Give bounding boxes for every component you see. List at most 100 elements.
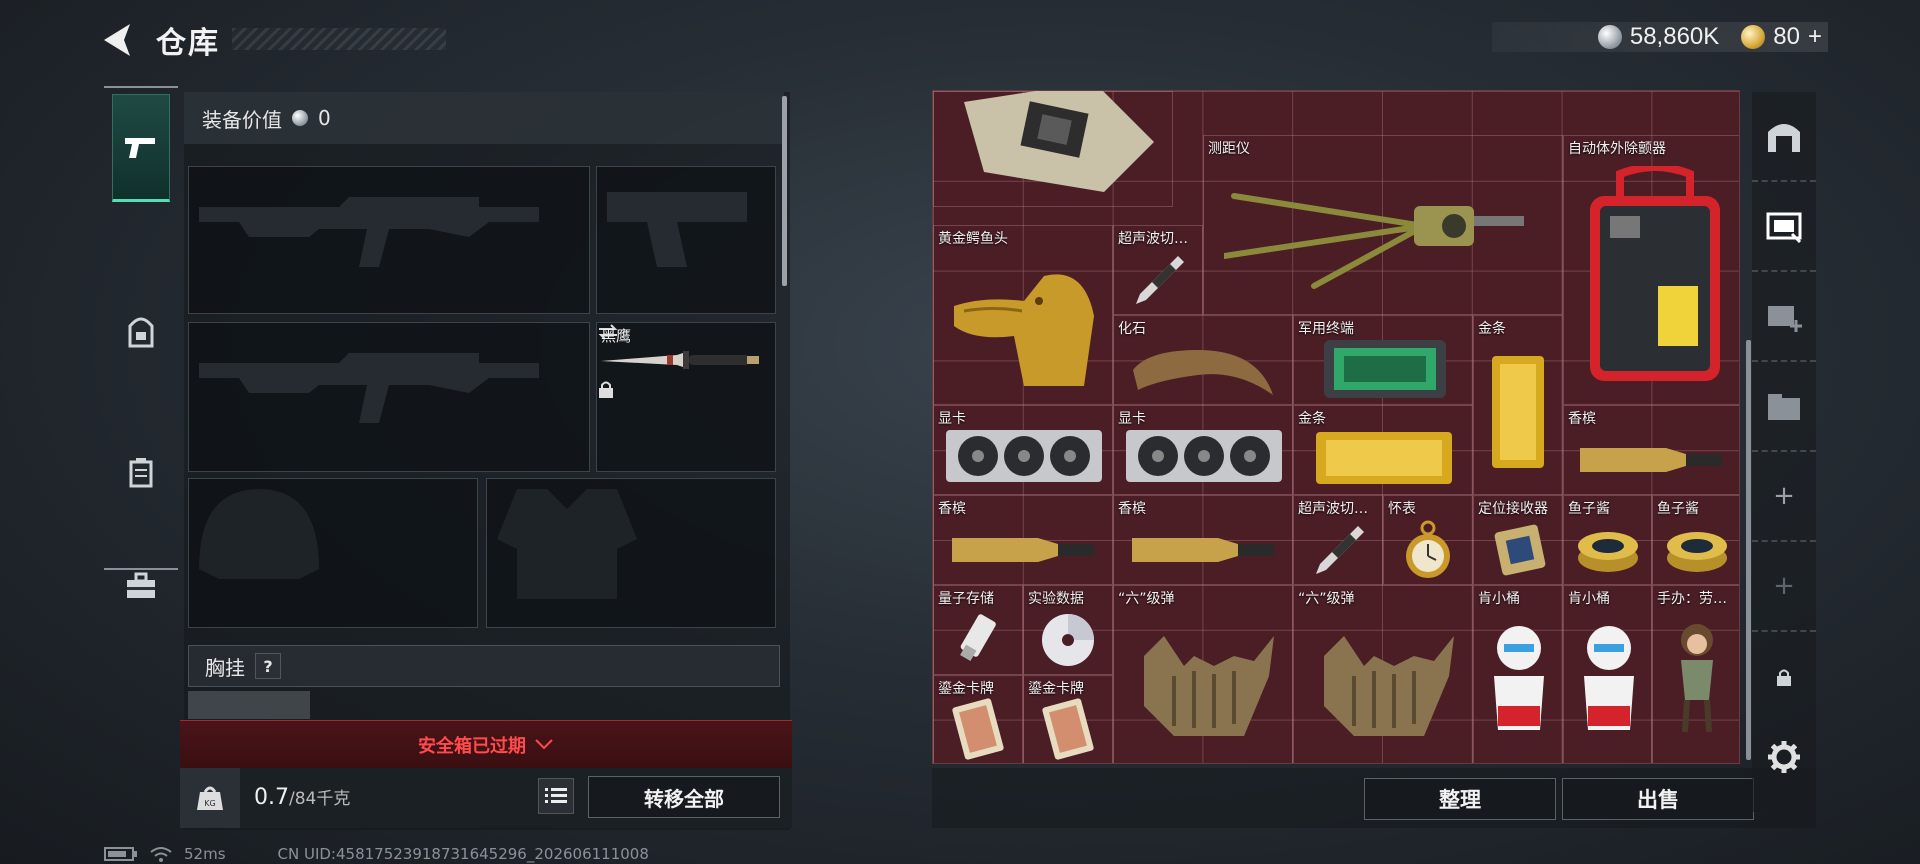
nav-weapons-tab[interactable] [112, 94, 170, 202]
stash-item-champagne[interactable]: 香槟 [933, 495, 1113, 585]
warehouse-icon [1768, 124, 1800, 152]
equipment-value-row: 装备价值 0 [184, 92, 784, 144]
list-view-button[interactable] [538, 778, 574, 814]
item-name: 香槟 [938, 501, 966, 517]
item-name: 手办：劳… [1657, 591, 1727, 607]
stash-item-experiment-data[interactable]: 实验数据 [1023, 585, 1113, 675]
sort-button[interactable]: 整理 [1364, 778, 1556, 820]
title-decoration [232, 28, 446, 50]
gilded-card-icon [952, 698, 1004, 760]
item-name: 鎏金卡牌 [938, 681, 994, 697]
stash-tab-main[interactable] [1752, 92, 1816, 182]
item-name: 超声波切… [1298, 501, 1368, 517]
item-name: 鱼子酱 [1657, 501, 1699, 517]
svg-text:KG: KG [204, 799, 215, 808]
stash-item-figure-bucket[interactable]: 肯小桶 [1563, 585, 1652, 763]
stash-tab-locked[interactable] [1752, 632, 1816, 722]
weight-readout: 0.7/84千克 [254, 784, 350, 810]
sidearm-slot[interactable] [596, 166, 776, 314]
list-icon [545, 788, 567, 803]
figurine-icon [1681, 624, 1713, 733]
stash-item-six-grade-round[interactable]: “六”级弹 [1293, 585, 1473, 763]
settings-button[interactable] [1752, 712, 1816, 802]
back-button[interactable] [100, 22, 140, 58]
currency-bar: 58,860K 80 + [1492, 22, 1828, 52]
nav-divider [104, 568, 178, 570]
stash-item-gold-bar-horizontal[interactable]: 金条 [1293, 405, 1473, 495]
weight-icon-box: KG [180, 768, 240, 828]
colonel-figure-icon [1584, 626, 1634, 730]
stash-tab-collection[interactable] [1752, 182, 1816, 272]
stash-tab-add-storage[interactable] [1752, 272, 1816, 362]
item-name: 肯小桶 [1478, 591, 1520, 607]
panel-scrollbar[interactable] [782, 96, 787, 286]
stash-tab-folder[interactable] [1752, 362, 1816, 452]
backpack-icon [128, 317, 154, 348]
stash-item-fossil[interactable]: 化石 [1113, 315, 1293, 405]
stash-item-ultrasonic-cutter[interactable]: 超声波切… [1293, 495, 1383, 585]
helmet-slot[interactable] [188, 478, 478, 628]
stash-item-graphics-card[interactable]: 显卡 [933, 405, 1113, 495]
stash-item-aed[interactable]: 自动体外除颤器 [1563, 135, 1739, 405]
armor-silhouette-icon [497, 489, 637, 599]
primary-weapon-slot[interactable] [188, 166, 590, 314]
sell-button[interactable]: 出售 [1562, 778, 1754, 820]
nav-armor-tab[interactable] [112, 442, 170, 502]
lock-icon [1777, 669, 1791, 686]
stash-item-graphics-card[interactable]: 显卡 [1113, 405, 1293, 495]
chest-rig-label: 胸挂 [205, 655, 245, 680]
nav-toolbox-tab[interactable] [112, 556, 170, 616]
item-name: 显卡 [1118, 411, 1146, 427]
stash-item-champagne[interactable]: 香槟 [1113, 495, 1293, 585]
item-name: 金条 [1478, 321, 1506, 337]
stash-tab-add-2[interactable]: + [1752, 542, 1816, 632]
silver-amount: 58,860K [1629, 23, 1720, 50]
ultrasonic-cutter-icon [1316, 526, 1364, 574]
champagne-bottle-icon [1580, 448, 1722, 472]
item-name: 军用终端 [1298, 321, 1354, 337]
stash-item-motherboard[interactable] [933, 91, 1173, 207]
stash-item-military-terminal[interactable]: 军用终端 [1293, 315, 1473, 405]
stash-item-six-grade-round[interactable]: “六”级弹 [1113, 585, 1293, 763]
collection-box-icon [1766, 212, 1802, 244]
stash-item-figure-bucket[interactable]: 肯小桶 [1473, 585, 1563, 763]
nav-backpack-tab[interactable] [112, 302, 170, 362]
gold-add-button[interactable]: + [1808, 23, 1822, 51]
help-button[interactable]: ? [255, 653, 281, 679]
gold-bar-icon [1492, 356, 1544, 468]
safebox-expired-banner[interactable]: 安全箱已过期 [180, 720, 792, 768]
stash-item-quantum-storage[interactable]: 量子存储 [933, 585, 1023, 675]
stash-item-gilded-card[interactable]: 鎏金卡牌 [1023, 675, 1113, 763]
equipment-value-label: 装备价值 [202, 107, 282, 132]
weight-max: /84千克 [289, 789, 351, 809]
gilded-card-icon [1042, 698, 1094, 760]
stash-item-gps-receiver[interactable]: 定位接收器 [1473, 495, 1563, 585]
stash-item-champagne[interactable]: 香槟 [1563, 405, 1739, 495]
pistol-silhouette-icon [607, 192, 747, 267]
primary-weapon-slot-2[interactable] [188, 322, 590, 472]
stash-grid[interactable]: 测距仪 自动体外除颤器 黄金鳄鱼头 超声波切… 化石 军用终端 金条 显卡 显卡… [932, 90, 1740, 764]
stash-item-pocket-watch[interactable]: 怀表 [1383, 495, 1473, 585]
stash-item-gold-croc-head[interactable]: 黄金鳄鱼头 [933, 225, 1113, 405]
stash-item-caviar[interactable]: 鱼子酱 [1563, 495, 1652, 585]
fossil-claw-icon [1133, 350, 1273, 395]
disc-icon [1042, 614, 1094, 666]
ultrasonic-cutter-icon [1136, 256, 1184, 304]
stash-scrollbar[interactable] [1746, 340, 1751, 760]
item-name: 香槟 [1118, 501, 1146, 517]
item-name: 显卡 [938, 411, 966, 427]
stash-item-ultrasonic-cutter[interactable]: 超声波切… [1113, 225, 1203, 315]
stash-item-caviar[interactable]: 鱼子酱 [1652, 495, 1739, 585]
chest-rig-slot[interactable] [188, 691, 310, 719]
stash-item-figurine[interactable]: 手办：劳… [1652, 585, 1739, 763]
status-bar: 52ms CN UID:458175239187316452​96_202606… [104, 844, 649, 864]
wifi-icon [150, 847, 172, 862]
transfer-all-button[interactable]: 转移全部 [588, 776, 780, 818]
item-name: 测距仪 [1208, 141, 1250, 157]
stash-item-rangefinder[interactable]: 测距仪 [1203, 135, 1563, 315]
armor-slot[interactable] [486, 478, 776, 628]
melee-slot[interactable]: 黑鹰 [596, 322, 776, 472]
stash-item-gilded-card[interactable]: 鎏金卡牌 [933, 675, 1023, 763]
stash-item-gold-bar-vertical[interactable]: 金条 [1473, 315, 1563, 495]
stash-tab-add-1[interactable]: + [1752, 452, 1816, 542]
